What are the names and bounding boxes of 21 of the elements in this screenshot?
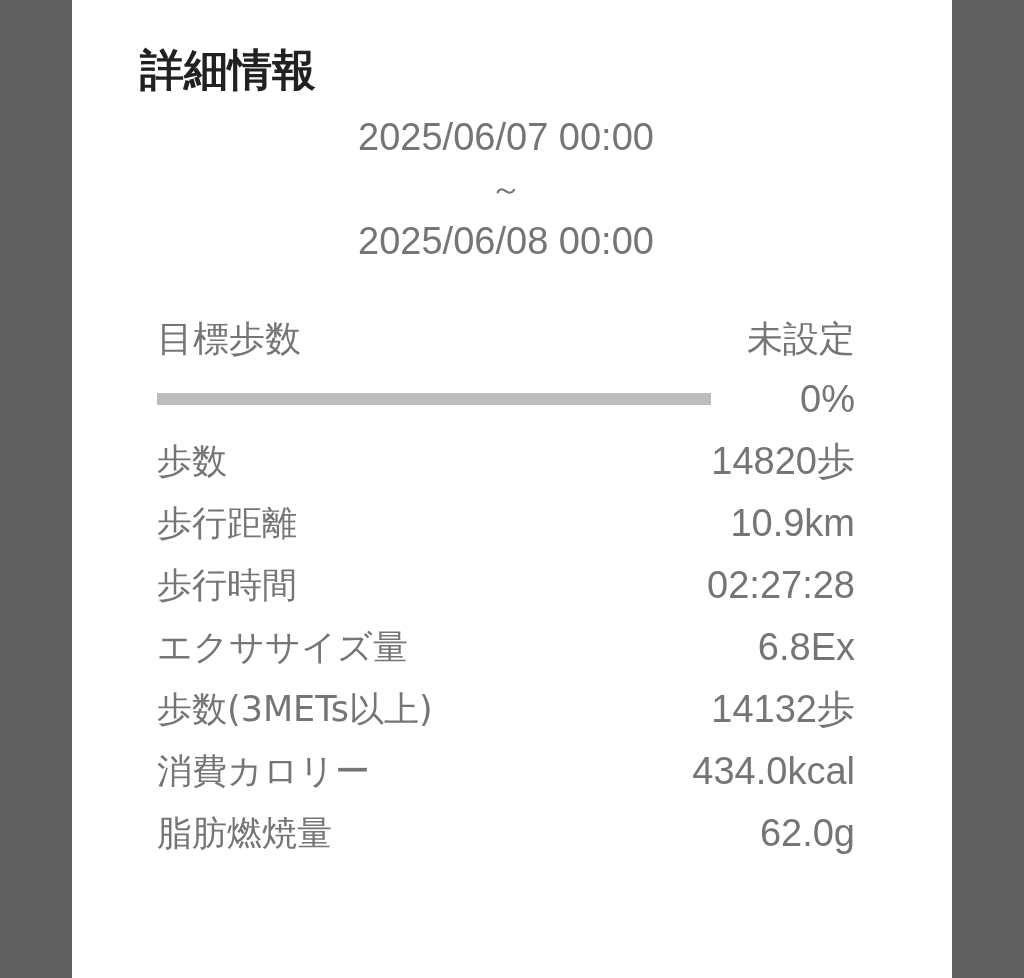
stat-value: 14132歩	[711, 686, 855, 732]
stat-value: 10.9km	[730, 500, 855, 546]
goal-percent: 0%	[800, 376, 855, 422]
range-separator: ～	[490, 169, 522, 210]
stat-value: 62.0g	[759, 810, 855, 856]
stat-label: 脂肪燃焼量	[157, 811, 332, 855]
stat-value: 6.8Ex	[757, 624, 855, 670]
stat-label: 歩数(3METs以上)	[157, 687, 433, 731]
dialog-title: 詳細情報	[140, 43, 316, 97]
stat-label: 消費カロリー	[157, 749, 370, 793]
goal-label: 目標歩数	[157, 317, 301, 361]
stat-label: 歩行距離	[157, 501, 297, 545]
goal-value: 未設定	[747, 317, 855, 361]
stat-label: 歩行時間	[157, 563, 297, 607]
stat-label: 歩数	[157, 439, 227, 483]
stat-value: 02:27:28	[707, 562, 855, 608]
stat-value: 14820歩	[711, 438, 855, 484]
end-datetime: 2025/06/08 00:00	[358, 219, 654, 264]
stat-value: 434.0kcal	[692, 748, 855, 794]
stat-label: エクササイズ量	[157, 625, 408, 669]
start-datetime: 2025/06/07 00:00	[358, 115, 654, 160]
